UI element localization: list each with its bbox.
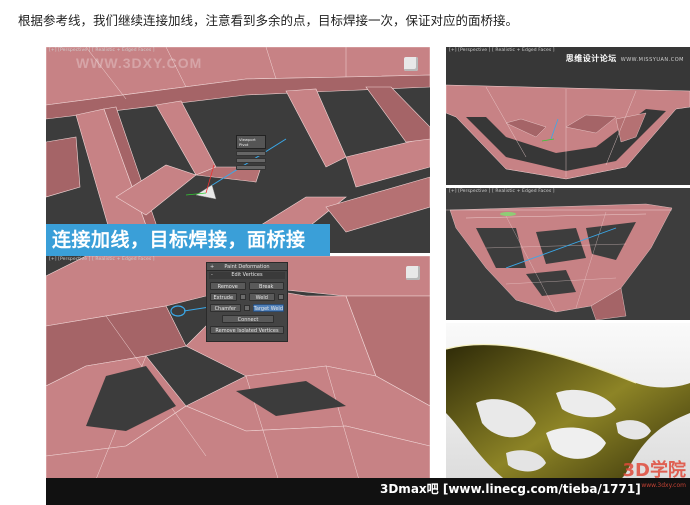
viewport-label[interactable]: [+] [Perspective ] [ Realistic + Edged F… xyxy=(449,189,555,194)
viewport-label[interactable]: [+] [Perspective ] [ Realistic + Edged F… xyxy=(49,48,155,53)
weld-settings-button[interactable] xyxy=(278,294,284,300)
weld-button[interactable]: Weld xyxy=(248,293,275,301)
forum-name: 思维设计论坛 xyxy=(565,54,617,63)
site-logo-text: 3D学院 xyxy=(622,460,686,481)
footer-source-text: 3Dmax吧 [www.linecg.com/tieba/1771] xyxy=(380,482,641,496)
right-top-viewport[interactable]: [+] [Perspective ] [ Realistic + Edged F… xyxy=(446,47,690,185)
caption-text: 根据参考线，我们继续连接加线，注意看到多余的点，目标焊接一次，保证对应的面桥接。 xyxy=(18,13,519,28)
extrude-button[interactable]: Extrude xyxy=(210,293,237,301)
edit-vertices-title: Edit Vertices xyxy=(231,272,263,278)
viewport-label[interactable]: [+] [Perspective ] [ Realistic + Edged F… xyxy=(49,257,155,262)
expand-icon: + xyxy=(210,264,215,270)
viewport-quad-menu[interactable]: Viewport Pivot xyxy=(236,135,266,170)
step-banner: 连接加线，目标焊接，面桥接 xyxy=(46,224,330,256)
forum-url: WWW.MISSYUAN.COM xyxy=(620,57,684,63)
quad-menu-item[interactable] xyxy=(236,158,266,163)
view-cube-icon[interactable] xyxy=(404,57,418,71)
paint-deformation-rollout[interactable]: + Paint Deformation xyxy=(207,263,287,271)
chamfer-settings-button[interactable] xyxy=(243,305,250,311)
right-middle-viewport[interactable]: [+] [Perspective ] [ Realistic + Edged F… xyxy=(446,188,690,320)
table-mesh-side xyxy=(446,84,690,180)
connect-button[interactable]: Connect xyxy=(222,315,274,323)
chamfer-button[interactable]: Chamfer xyxy=(210,304,241,312)
quad-menu-item[interactable] xyxy=(236,151,266,156)
table-mesh-angled xyxy=(446,203,673,320)
forum-watermark: 思维设计论坛 WWW.MISSYUAN.COM xyxy=(566,53,684,64)
paint-deformation-title: Paint Deformation xyxy=(224,264,270,270)
top-perspective-viewport[interactable]: [+] [Perspective ] [ Realistic + Edged F… xyxy=(46,47,430,253)
watermark: WWW.3DXY.COM xyxy=(76,55,203,71)
view-cube-icon[interactable] xyxy=(406,266,420,280)
break-button[interactable]: Break xyxy=(248,282,284,290)
quad-menu-title: Viewport Pivot xyxy=(236,135,266,149)
remove-button[interactable]: Remove xyxy=(210,282,246,290)
target-weld-button[interactable]: Target Weld xyxy=(252,304,284,312)
extrude-settings-button[interactable] xyxy=(239,294,246,300)
remove-isolated-vertices-button[interactable]: Remove Isolated Vertices xyxy=(210,326,284,334)
quad-menu-item[interactable] xyxy=(236,165,266,170)
edit-vertices-panel[interactable]: + Paint Deformation - Edit Vertices Remo… xyxy=(206,262,288,342)
viewport-label[interactable]: [+] [Perspective ] [ Realistic + Edged F… xyxy=(449,48,555,53)
collapse-icon: - xyxy=(211,272,213,278)
edit-vertices-rollout[interactable]: - Edit Vertices xyxy=(209,272,285,279)
